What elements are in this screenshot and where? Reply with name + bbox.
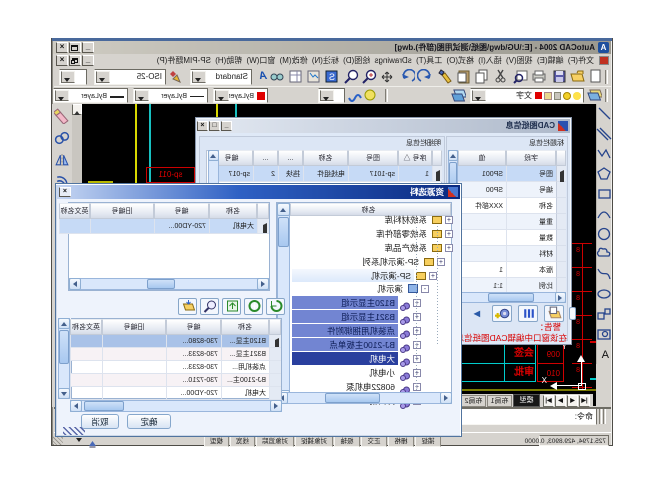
svg-text:S: S (329, 72, 335, 82)
svg-text:A: A (601, 349, 609, 361)
